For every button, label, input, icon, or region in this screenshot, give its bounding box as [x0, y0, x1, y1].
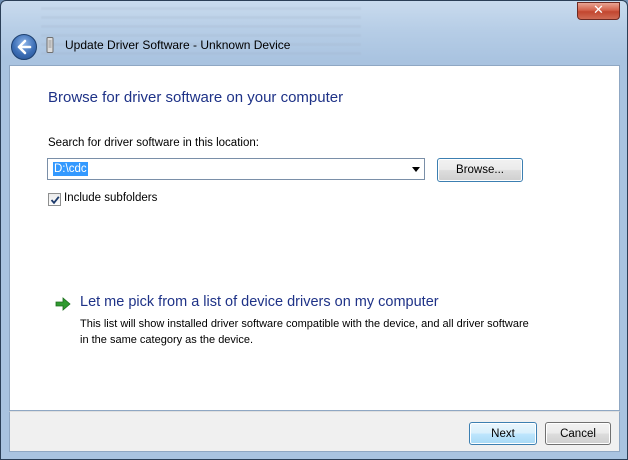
green-arrow-icon[interactable] [55, 297, 71, 311]
include-subfolders-label[interactable]: Include subfolders [64, 192, 157, 204]
search-location-label: Search for driver software in this locat… [48, 137, 259, 149]
search-location-combobox[interactable]: D:\cdc [47, 158, 425, 180]
include-subfolders-checkbox[interactable] [48, 193, 61, 206]
cancel-button[interactable]: Cancel [545, 422, 611, 445]
next-button-label: Next [491, 428, 515, 440]
dropdown-arrow-icon[interactable] [412, 167, 420, 172]
content-panel: Browse for driver software on your compu… [9, 65, 620, 411]
update-driver-window: ✕ Update Driver Software - Unknown Devic… [0, 0, 628, 460]
browse-button[interactable]: Browse... [437, 158, 523, 182]
close-button[interactable]: ✕ [577, 2, 620, 20]
pick-from-list-link[interactable]: Let me pick from a list of device driver… [80, 294, 439, 310]
device-icon [46, 37, 54, 53]
back-button[interactable] [11, 34, 37, 60]
pick-from-list-description: This list will show installed driver sof… [80, 318, 529, 346]
window-title: Update Driver Software - Unknown Device [65, 38, 291, 52]
browse-button-label: Browse... [456, 164, 504, 176]
button-bar: Next Cancel [9, 411, 620, 452]
next-button[interactable]: Next [469, 422, 537, 445]
page-heading: Browse for driver software on your compu… [48, 89, 344, 106]
cancel-button-label: Cancel [560, 428, 596, 440]
checkmark-icon [50, 196, 60, 205]
close-icon: ✕ [593, 3, 604, 18]
back-arrow-icon [17, 39, 32, 55]
search-location-value[interactable]: D:\cdc [53, 162, 88, 176]
